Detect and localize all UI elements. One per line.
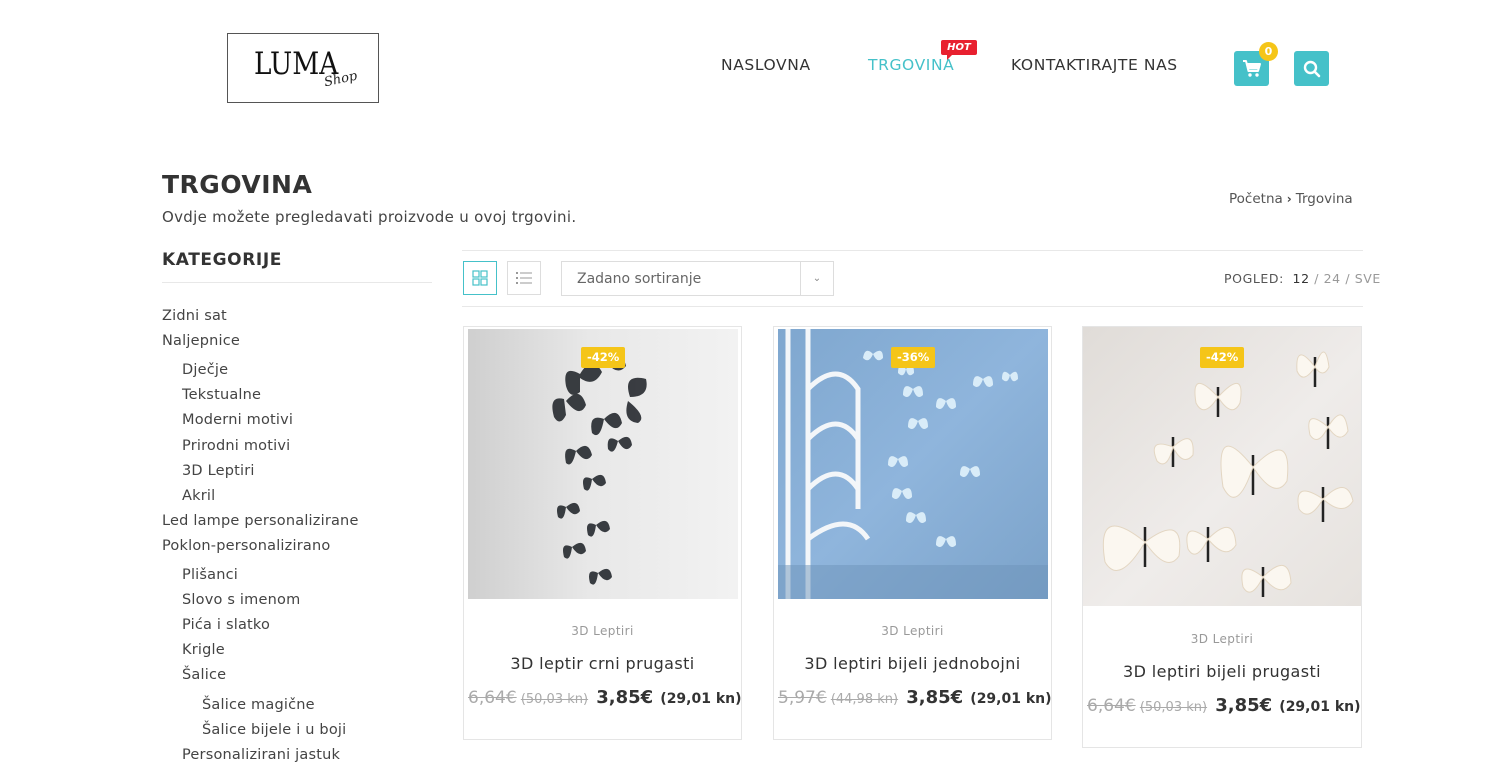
old-price-kn: (50,03 kn): [520, 692, 589, 707]
category-link[interactable]: Plišanci: [182, 567, 238, 583]
product-card[interactable]: -36% 3D Leptiri 3D leptiri bijeli jednob…: [773, 326, 1052, 740]
new-price: 3,85€: [1215, 695, 1273, 716]
butterfly-image: [552, 353, 647, 585]
per-page-option-all[interactable]: SVE: [1355, 271, 1381, 286]
per-page-selector: POGLED: 12 / 24 / SVE: [1224, 271, 1381, 286]
discount-badge: -36%: [891, 347, 936, 368]
category-link[interactable]: Zidni sat: [162, 308, 227, 324]
product-price: 6,64€ (50,03 kn) 3,85€ (29,01 kn): [1087, 695, 1361, 716]
product-category[interactable]: 3D Leptiri: [774, 624, 1051, 638]
chevron-right-icon: ›: [1286, 192, 1292, 206]
category-link[interactable]: Poklon-personalizirano: [162, 538, 330, 554]
cart-count-badge: 0: [1259, 42, 1278, 61]
hot-badge: HOT: [941, 40, 977, 60]
category-link[interactable]: Naljepnice: [162, 333, 240, 349]
product-category[interactable]: 3D Leptiri: [1083, 632, 1361, 646]
grid-icon: [472, 270, 488, 286]
old-price: 6,64€: [1087, 696, 1136, 716]
new-price-kn: (29,01 kn): [970, 691, 1052, 707]
category-link[interactable]: Personalizirani jastuk: [182, 747, 340, 763]
product-card[interactable]: -42% 3D Leptiri 3D leptiri bijeli prugas…: [1082, 326, 1362, 748]
site-logo[interactable]: LUMA Shop: [227, 33, 379, 103]
categories-title: KATEGORIJE: [162, 250, 282, 270]
product-name[interactable]: 3D leptir crni prugasti: [464, 654, 741, 673]
category-link[interactable]: Prirodni motivi: [182, 438, 290, 454]
old-price-kn: (50,03 kn): [1139, 700, 1208, 715]
sort-value: Zadano sortiranje: [577, 271, 702, 287]
old-price-kn: (44,98 kn): [830, 692, 899, 707]
categories-divider: [162, 282, 432, 283]
product-name[interactable]: 3D leptiri bijeli jednobojni: [774, 654, 1051, 673]
product-price: 5,97€ (44,98 kn) 3,85€ (29,01 kn): [778, 687, 1052, 708]
category-link[interactable]: Šalice bijele i u boji: [202, 722, 346, 738]
toolbar-bottom-divider: [462, 306, 1363, 307]
product-card[interactable]: -42% 3D Leptiri 3D leptir crni prugasti …: [463, 326, 742, 740]
search-button[interactable]: [1294, 51, 1329, 86]
list-view-button[interactable]: [507, 261, 541, 295]
butterfly-image: [778, 329, 1048, 599]
nav-home[interactable]: NASLOVNA: [721, 56, 811, 76]
breadcrumb-home[interactable]: Početna: [1229, 191, 1283, 207]
nav-contact[interactable]: KONTAKTIRAJTE NAS: [1011, 56, 1178, 76]
new-price-kn: (29,01 kn): [660, 691, 742, 707]
per-page-current[interactable]: 12: [1293, 271, 1310, 286]
cart-icon: [1242, 59, 1261, 77]
category-link[interactable]: Moderni motivi: [182, 412, 293, 428]
discount-badge: -42%: [1200, 347, 1245, 368]
list-icon: [516, 272, 532, 284]
new-price: 3,85€: [906, 687, 964, 708]
nav-shop[interactable]: TRGOVINA: [868, 56, 954, 76]
category-link[interactable]: Akril: [182, 488, 215, 504]
page-title: TRGOVINA: [162, 170, 313, 199]
old-price: 5,97€: [778, 688, 827, 708]
new-price-kn: (29,01 kn): [1279, 699, 1361, 715]
per-page-label: POGLED:: [1224, 271, 1284, 286]
butterfly-image: [1102, 351, 1354, 597]
chevron-down-icon: ⌄: [800, 262, 833, 295]
breadcrumb-current: Trgovina: [1295, 191, 1353, 207]
product-image[interactable]: [468, 329, 738, 599]
category-link[interactable]: Šalice: [182, 667, 226, 683]
product-name[interactable]: 3D leptiri bijeli prugasti: [1083, 662, 1361, 681]
category-link[interactable]: Slovo s imenom: [182, 592, 300, 608]
category-link[interactable]: Tekstualne: [182, 387, 261, 403]
category-link[interactable]: Krigle: [182, 642, 225, 658]
search-icon: [1303, 60, 1320, 77]
product-price: 6,64€ (50,03 kn) 3,85€ (29,01 kn): [468, 687, 742, 708]
product-image[interactable]: [778, 329, 1048, 599]
toolbar-top-divider: [462, 250, 1363, 251]
new-price: 3,85€: [596, 687, 654, 708]
per-page-option-24[interactable]: 24: [1324, 271, 1341, 286]
product-category[interactable]: 3D Leptiri: [464, 624, 741, 638]
breadcrumb: Početna › Trgovina: [1229, 191, 1353, 207]
category-link[interactable]: Led lampe personalizirane: [162, 513, 359, 529]
sort-select[interactable]: Zadano sortiranje ⌄: [561, 261, 834, 296]
category-link[interactable]: 3D Leptiri: [182, 463, 255, 479]
old-price: 6,64€: [468, 688, 517, 708]
discount-badge: -42%: [581, 347, 626, 368]
category-link[interactable]: Šalice magične: [202, 697, 315, 713]
category-link[interactable]: Pića i slatko: [182, 617, 270, 633]
grid-view-button[interactable]: [463, 261, 497, 295]
page-description: Ovdje možete pregledavati proizvode u ov…: [162, 208, 577, 226]
product-image[interactable]: [1083, 327, 1361, 606]
category-link[interactable]: Dječje: [182, 362, 228, 378]
